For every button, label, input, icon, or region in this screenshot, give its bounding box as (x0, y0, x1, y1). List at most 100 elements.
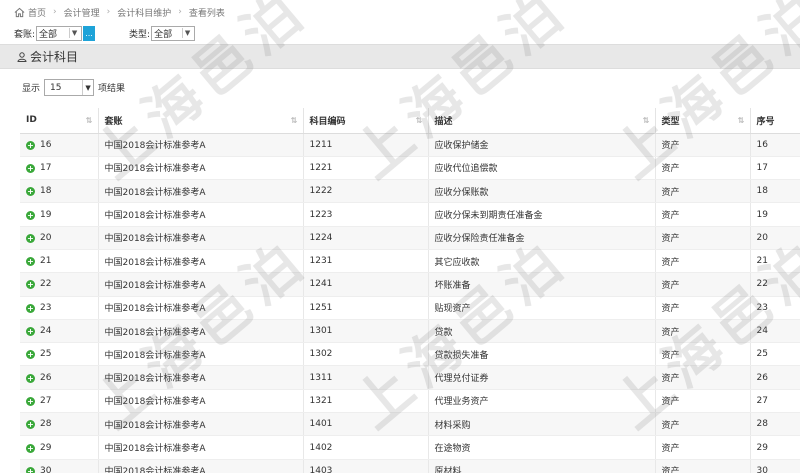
cell-code: 1221 (303, 156, 429, 181)
expand-row-icon[interactable]: + (26, 187, 35, 197)
cell-book: 中国2018会计标准参考A (98, 412, 304, 437)
cell-book: 中国2018会计标准参考A (98, 156, 304, 181)
cell-value: 19 (40, 209, 52, 220)
expand-row-icon[interactable]: + (26, 140, 35, 150)
panel-header: 会计科目 (0, 44, 800, 69)
breadcrumb-home[interactable]: 首页 (28, 6, 46, 19)
cell-value: 资产 (661, 467, 680, 473)
table-row[interactable]: +28 中国2018会计标准参考A 1401 材料采购 资产 28 (20, 412, 800, 437)
book-picker-button[interactable]: ... (83, 25, 96, 41)
cell-value: 资产 (661, 397, 680, 408)
page-length-value: 15 (50, 82, 62, 93)
cell-value: 在途物资 (434, 444, 471, 454)
expand-row-icon[interactable]: + (26, 210, 35, 220)
cell-value: 25 (40, 349, 52, 360)
cell-value: 22 (40, 279, 52, 290)
table-row[interactable]: +16 中国2018会计标准参考A 1211 应收保护储金 资产 16 (20, 133, 800, 157)
cell-value: 中国2018会计标准参考A (104, 141, 206, 152)
column-header-code[interactable]: 科目编码 ⇅ (303, 108, 429, 134)
cell-desc: 代理业务资产 (428, 389, 656, 414)
home-icon[interactable] (14, 7, 25, 18)
cell-value: 17 (756, 162, 768, 173)
breadcrumb-subject-maintenance[interactable]: 会计科目维护 (117, 6, 171, 19)
cell-desc: 坏账准备 (428, 272, 656, 297)
cell-value: 1301 (309, 326, 333, 337)
expand-row-icon[interactable]: + (26, 303, 35, 313)
table-header-row: ID ⇅ 套账 ⇅ 科目编码 ⇅ 描述 ⇅ 类型 ⇅ 序号 (20, 108, 800, 134)
cell-value: 应收分保未到期责任准备金 (434, 211, 543, 222)
column-header-id[interactable]: ID ⇅ (20, 108, 99, 134)
cell-value: 中国2018会计标准参考A (104, 234, 206, 245)
table-row[interactable]: +22 中国2018会计标准参考A 1241 坏账准备 资产 22 (20, 272, 800, 297)
expand-row-icon[interactable]: + (26, 280, 35, 290)
cell-book: 中国2018会计标准参考A (98, 133, 304, 157)
column-header-seq[interactable]: 序号 (750, 108, 800, 134)
expand-row-icon[interactable]: + (26, 396, 35, 406)
cell-type: 资产 (655, 435, 751, 460)
cell-seq: 30 (750, 459, 800, 473)
table-row[interactable]: +29 中国2018会计标准参考A 1402 在途物资 资产 29 (20, 435, 800, 460)
table-row[interactable]: +17 中国2018会计标准参考A 1221 应收代位追偿款 资产 17 (20, 156, 800, 181)
cell-value: 中国2018会计标准参考A (104, 211, 206, 222)
table-row[interactable]: +18 中国2018会计标准参考A 1222 应收分保账款 资产 18 (20, 179, 800, 204)
table-row[interactable]: +19 中国2018会计标准参考A 1223 应收分保未到期责任准备金 资产 19 (20, 202, 800, 227)
breadcrumb-accounting[interactable]: 会计管理 (64, 6, 100, 19)
cell-value: 29 (40, 442, 52, 453)
cell-type: 资产 (655, 389, 751, 414)
cell-value: 1402 (309, 442, 333, 453)
cell-id: +18 (20, 179, 99, 204)
expand-row-icon[interactable]: + (26, 233, 35, 243)
expand-row-icon[interactable]: + (26, 327, 35, 337)
cell-code: 1403 (303, 459, 429, 473)
sort-icon: ⇅ (737, 116, 745, 125)
cell-seq: 16 (750, 133, 800, 157)
cell-value: 27 (40, 395, 52, 406)
cell-id: +25 (20, 342, 99, 367)
cell-value: 1251 (309, 302, 333, 313)
table-row[interactable]: +21 中国2018会计标准参考A 1231 其它应收款 资产 21 (20, 249, 800, 274)
table-row[interactable]: +26 中国2018会计标准参考A 1311 代理兑付证券 资产 26 (20, 365, 800, 390)
expand-row-icon[interactable]: + (26, 163, 35, 173)
cell-value: 代理兑付证券 (434, 374, 489, 385)
sort-icon: ⇅ (415, 116, 423, 125)
cell-seq: 25 (750, 342, 800, 367)
book-filter-value: 全部 (39, 29, 58, 40)
book-filter-select[interactable]: 全部 ▼ (36, 25, 83, 41)
column-header-book[interactable]: 套账 ⇅ (98, 108, 304, 134)
expand-row-icon[interactable]: + (26, 466, 35, 473)
expand-row-icon[interactable]: + (26, 443, 35, 453)
table-row[interactable]: +20 中国2018会计标准参考A 1224 应收分保险责任准备金 资产 20 (20, 226, 800, 250)
column-header-desc[interactable]: 描述 ⇅ (428, 108, 656, 134)
type-filter-select[interactable]: 全部 ▼ (151, 25, 196, 41)
cell-book: 中国2018会计标准参考A (98, 296, 304, 320)
table-row[interactable]: +30 中国2018会计标准参考A 1403 原材料 资产 30 (20, 459, 800, 473)
expand-row-icon[interactable]: + (26, 257, 35, 267)
cell-value: 18 (40, 186, 52, 197)
cell-code: 1311 (303, 365, 429, 390)
expand-row-icon[interactable]: + (26, 350, 35, 360)
expand-row-icon[interactable]: + (26, 420, 35, 430)
cell-seq: 22 (750, 272, 800, 297)
cell-desc: 贷款 (428, 319, 656, 344)
cell-code: 1401 (303, 412, 429, 437)
cell-book: 中国2018会计标准参考A (98, 249, 304, 274)
cell-value: 1401 (309, 419, 333, 430)
accounts-table: ID ⇅ 套账 ⇅ 科目编码 ⇅ 描述 ⇅ 类型 ⇅ 序号 +16 中国2018会计标准参考… (20, 108, 800, 473)
user-icon (17, 51, 27, 62)
cell-book: 中国2018会计标准参考A (98, 226, 304, 250)
column-header-type[interactable]: 类型 ⇅ (655, 108, 751, 134)
cell-value: 1403 (309, 465, 333, 473)
cell-type: 资产 (655, 202, 751, 227)
cell-value: 27 (756, 395, 768, 406)
expand-row-icon[interactable]: + (26, 373, 35, 383)
table-row[interactable]: +24 中国2018会计标准参考A 1301 贷款 资产 24 (20, 319, 800, 344)
table-row[interactable]: +25 中国2018会计标准参考A 1302 贷款损失准备 资产 25 (20, 342, 800, 367)
chevron-down-icon: ▼ (69, 28, 79, 38)
table-row[interactable]: +27 中国2018会计标准参考A 1321 代理业务资产 资产 27 (20, 389, 800, 414)
table-row[interactable]: +23 中国2018会计标准参考A 1251 贴现资产 资产 23 (20, 296, 800, 320)
cell-value: 17 (40, 162, 52, 173)
cell-code: 1402 (303, 435, 429, 460)
cell-value: 1302 (309, 349, 333, 360)
page-length-select[interactable]: 15 ▼ (44, 79, 95, 96)
cell-value: 20 (756, 232, 768, 243)
